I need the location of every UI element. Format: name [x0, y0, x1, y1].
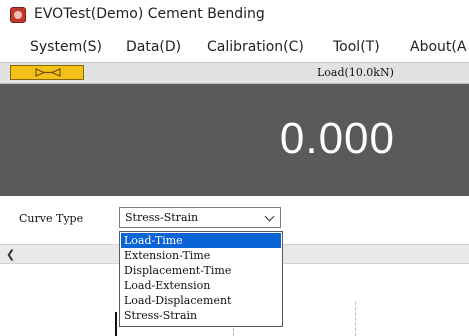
curve-type-dropdown-list: Load-Time Extension-Time Displacement-Ti… [119, 231, 283, 327]
scroll-left-icon[interactable]: ❮ [6, 248, 15, 261]
app-icon [10, 7, 26, 23]
curve-type-label: Curve Type [19, 212, 84, 225]
plot-gridline [355, 302, 356, 336]
dropdown-option-load-extension[interactable]: Load-Extension [121, 278, 281, 293]
menu-system[interactable]: System(S) [30, 39, 102, 55]
menu-calibration[interactable]: Calibration(C) [207, 39, 304, 55]
link-connect-button[interactable] [10, 65, 84, 80]
load-readout-panel: 0.000 [0, 84, 469, 196]
menu-bar: System(S) Data(D) Calibration(C) Tool(T)… [0, 30, 469, 62]
dropdown-option-load-displacement[interactable]: Load-Displacement [121, 293, 281, 308]
status-bar: Load(10.0kN) [0, 62, 469, 84]
load-readout-value: 0.000 [279, 114, 395, 163]
title-bar: EVOTest(Demo) Cement Bending [0, 0, 469, 30]
dropdown-option-stress-strain[interactable]: Stress-Strain [121, 308, 281, 323]
dropdown-option-displacement-time[interactable]: Displacement-Time [121, 263, 281, 278]
plot-y-axis [115, 312, 117, 336]
menu-data[interactable]: Data(D) [126, 39, 181, 55]
dropdown-option-load-time[interactable]: Load-Time [121, 233, 281, 248]
curve-type-select[interactable]: Stress-Strain [119, 207, 281, 228]
curve-type-selected-value: Stress-Strain [125, 211, 199, 224]
load-range-label: Load(10.0kN) [317, 66, 394, 79]
menu-tool[interactable]: Tool(T) [333, 39, 380, 55]
dropdown-option-extension-time[interactable]: Extension-Time [121, 248, 281, 263]
chevron-down-icon [264, 211, 275, 222]
window-title: EVOTest(Demo) Cement Bending [34, 6, 265, 22]
menu-about[interactable]: About(A [410, 39, 466, 55]
link-connect-icon [35, 68, 61, 77]
